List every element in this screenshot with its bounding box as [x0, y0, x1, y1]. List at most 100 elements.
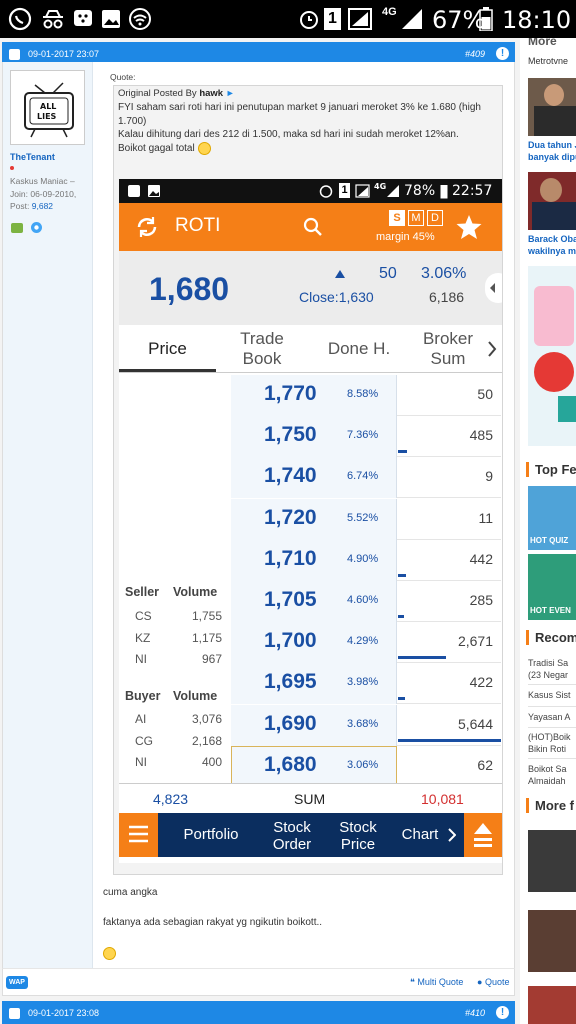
more-thumbnail-3[interactable] — [528, 986, 576, 1024]
hot-event-thumbnail[interactable]: HOT EVEN — [528, 554, 576, 620]
post-number-link[interactable]: #409 — [465, 49, 485, 59]
order-book-row[interactable]: 1,695 3.98% 422 — [231, 663, 501, 705]
nav-stock-price[interactable]: Stock Price — [325, 819, 391, 853]
incognito-icon — [43, 10, 63, 29]
nav-chart[interactable]: Chart — [395, 826, 445, 843]
nav-more-chevron-icon[interactable] — [448, 828, 456, 842]
scroll-top-button[interactable] — [464, 813, 502, 857]
news-thumbnail-1[interactable] — [528, 78, 576, 136]
quote-button[interactable]: ● Quote — [477, 977, 509, 987]
tab-broker-sum[interactable]: Broker Sum — [409, 329, 487, 369]
view-post-arrow-icon[interactable]: ► — [226, 88, 235, 98]
last-price: 1,680 — [149, 271, 230, 307]
hot-quiz-thumbnail[interactable]: HOT QUIZ — [528, 486, 576, 550]
post-select-checkbox-next[interactable] — [9, 1008, 20, 1019]
recom-link-4-cont[interactable]: Bikin Roti — [528, 744, 566, 754]
news-link-1[interactable]: Dua tahun J — [528, 140, 576, 150]
order-book-row[interactable]: 1,720 5.52% 11 — [231, 498, 501, 540]
price-level: 1,710 — [264, 546, 317, 570]
price-change-pct: 4.60% — [347, 594, 379, 606]
more-thumbnail-2[interactable] — [528, 910, 576, 972]
nav-stock-order[interactable]: Stock Order — [259, 819, 325, 853]
battery-percent: 67% — [432, 6, 486, 34]
wifi-download-icon — [129, 8, 151, 30]
avatar[interactable]: ALL LIES — [10, 70, 85, 145]
price-cell: 1,705 4.60% — [231, 581, 397, 622]
sum-label: SUM — [294, 791, 326, 807]
period-tab-s[interactable]: S — [389, 210, 405, 226]
post-select-checkbox[interactable] — [9, 49, 20, 60]
menu-button[interactable] — [119, 813, 158, 857]
recom-link-4[interactable]: (HOT)Boik — [528, 732, 571, 742]
price-change-pct: 7.36% — [347, 429, 379, 442]
post-count-link[interactable]: 9,682 — [32, 201, 53, 211]
close-price: 1,630 — [338, 289, 374, 305]
recom-link-5-cont[interactable]: Almaidah — [528, 776, 566, 786]
price-summary: 1,680 50 3.06% Close:1,630 6,186 — [119, 251, 502, 325]
refresh-icon[interactable] — [135, 215, 159, 239]
order-book-row[interactable]: 1,690 3.68% 5,644 — [231, 704, 501, 746]
sim-indicator: 1 — [324, 8, 341, 30]
order-book-row[interactable]: 1,700 4.29% 2,671 — [231, 622, 501, 664]
period-tab-m[interactable]: M — [408, 210, 424, 226]
news-link-2-cont[interactable]: wakilnya me — [528, 246, 576, 256]
report-icon-next[interactable]: ! — [496, 1006, 509, 1019]
post-message-1: cuma angka — [103, 887, 158, 898]
order-book-row[interactable]: 1,710 4.90% 442 — [231, 539, 501, 581]
broker-volume: 1,175 — [191, 630, 222, 645]
collapse-handle[interactable] — [485, 273, 502, 303]
recom-link-1-cont[interactable]: (23 Negar — [528, 670, 568, 680]
order-book-row[interactable]: 1,680 3.06% 62 — [231, 745, 501, 787]
news-source: Metrotvne — [528, 56, 569, 66]
price-level: 1,695 — [264, 670, 317, 694]
recom-link-1[interactable]: Tradisi Sa — [528, 658, 568, 668]
sum-row: 4,823 SUM 10,081 — [119, 783, 502, 813]
period-tab-d[interactable]: D — [427, 210, 443, 226]
price-cell: 1,695 3.98% — [231, 663, 397, 705]
news-thumbnail-2[interactable] — [528, 172, 576, 230]
svg-text:ALL: ALL — [40, 102, 56, 111]
whatsapp-icon — [8, 7, 32, 31]
clock: 18:10 — [502, 6, 572, 34]
news-link-1-cont[interactable]: banyak dipu — [528, 152, 576, 162]
embedded-screenshot[interactable]: 1 4G 78% 22:57 ROTI S M D margin 45% 1,6… — [119, 179, 502, 863]
recom-link-3[interactable]: Yayasan A — [528, 712, 570, 722]
favorite-star-icon[interactable] — [455, 213, 483, 241]
post-message-2: faktanya ada sebagian rakyat yg ngikutin… — [103, 917, 323, 928]
search-icon[interactable] — [303, 217, 323, 237]
multi-quote-button[interactable]: ❝ Multi Quote — [410, 977, 463, 988]
order-book-row[interactable]: 1,705 4.60% 285 — [231, 581, 501, 622]
close-price-text: Close:1,630 — [299, 289, 374, 305]
chevron-right-icon[interactable] — [487, 341, 497, 357]
nav-portfolio[interactable]: Portfolio — [171, 826, 251, 843]
tab-done-history[interactable]: Done H. — [314, 339, 404, 359]
reputation-icon[interactable] — [10, 222, 24, 234]
sidebar-ad-banner[interactable] — [528, 266, 576, 446]
recom-link-2[interactable]: Kasus Sist — [528, 690, 571, 700]
tab-trade-book[interactable]: Trade Book — [216, 329, 308, 369]
recom-link-5[interactable]: Boikot Sa — [528, 764, 567, 774]
offer-volume: 2,671 — [457, 633, 493, 650]
broker-code: KZ — [135, 630, 151, 645]
more-thumbnail-1[interactable] — [528, 830, 576, 892]
eject-up-icon — [474, 823, 492, 847]
messenger-icon[interactable] — [30, 221, 43, 234]
sidebar-more-link[interactable]: More — [528, 38, 557, 48]
post-number-link-next[interactable]: #410 — [465, 1008, 485, 1018]
order-book-row[interactable]: 1,770 8.58% 50 — [231, 375, 501, 416]
signal-icon — [348, 8, 372, 30]
quote-author-link[interactable]: hawk — [199, 88, 223, 99]
hot-quiz-label: HOT QUIZ — [530, 536, 569, 545]
order-book-row[interactable]: 1,750 7.36% 485 — [231, 416, 501, 458]
post-label: Post: — [10, 201, 30, 211]
username-link[interactable]: TheTenant — [10, 152, 55, 162]
shot-alarm-icon — [319, 185, 333, 198]
broker-volume: 967 — [201, 652, 222, 666]
quote-prefix: Original Posted By — [118, 88, 197, 99]
order-book-row[interactable]: 1,740 6.74% 9 — [231, 457, 501, 499]
news-link-2[interactable]: Barack Obar — [528, 234, 576, 244]
report-icon[interactable]: ! — [496, 47, 509, 60]
offer-volume: 62 — [477, 756, 493, 773]
tab-price[interactable]: Price — [119, 339, 216, 359]
offer-volume: 285 — [469, 592, 493, 608]
